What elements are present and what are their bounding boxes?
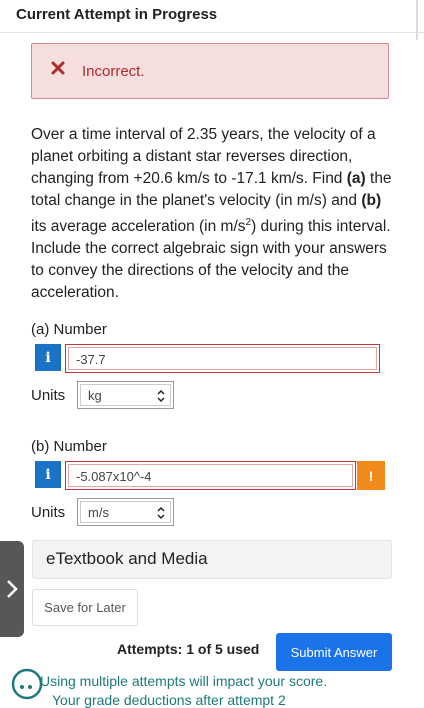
part-a-units-select[interactable]: kg bbox=[77, 381, 174, 409]
etextbook-label: eTextbook and Media bbox=[46, 549, 208, 568]
feedback-text: Incorrect. bbox=[82, 63, 145, 80]
header-divider bbox=[0, 32, 424, 33]
question-text: Over a time interval of 2.35 years, the … bbox=[31, 124, 393, 304]
multiple-attempts-notice: Using multiple attempts will impact your… bbox=[40, 673, 328, 689]
x-icon bbox=[51, 61, 65, 75]
attempts-counter: Attempts: 1 of 5 used bbox=[117, 641, 260, 657]
part-b-info-button[interactable]: i bbox=[35, 461, 61, 488]
part-b-number-input[interactable]: -5.087x10^-4 bbox=[65, 461, 356, 490]
part-b-units-select[interactable]: m/s bbox=[77, 498, 174, 526]
save-for-later-button[interactable]: Save for Later bbox=[32, 589, 138, 626]
chevron-updown-icon bbox=[157, 506, 165, 520]
question-part-a-marker: (a) bbox=[346, 170, 366, 187]
scroll-edge bbox=[416, 0, 418, 40]
page-title: Current Attempt in Progress bbox=[16, 6, 218, 23]
part-a-label: (a) Number bbox=[31, 321, 107, 338]
part-a-units-value: kg bbox=[88, 388, 102, 403]
grade-deductions-notice: Your grade deductions after attempt 2 bbox=[52, 692, 286, 708]
question-segment: Over a time interval of 2.35 years, the … bbox=[31, 126, 376, 187]
side-drawer-tab[interactable] bbox=[0, 541, 24, 637]
part-b-units-label: Units bbox=[31, 504, 66, 521]
chevron-right-icon bbox=[7, 580, 18, 598]
question-segment: its average acceleration (in m/s bbox=[31, 218, 246, 236]
part-a-units-label: Units bbox=[31, 387, 66, 404]
submit-answer-button[interactable]: Submit Answer bbox=[276, 633, 392, 671]
part-b-label: (b) Number bbox=[31, 438, 107, 455]
alert-icon bbox=[11, 668, 43, 700]
question-part-b-marker: (b) bbox=[361, 192, 382, 209]
part-a-number-input[interactable]: -37.7 bbox=[65, 344, 380, 373]
part-b-units-value: m/s bbox=[88, 505, 109, 520]
part-b-warning-button[interactable]: ! bbox=[357, 461, 385, 490]
part-a-info-button[interactable]: i bbox=[35, 344, 61, 371]
chevron-updown-icon bbox=[157, 389, 165, 403]
